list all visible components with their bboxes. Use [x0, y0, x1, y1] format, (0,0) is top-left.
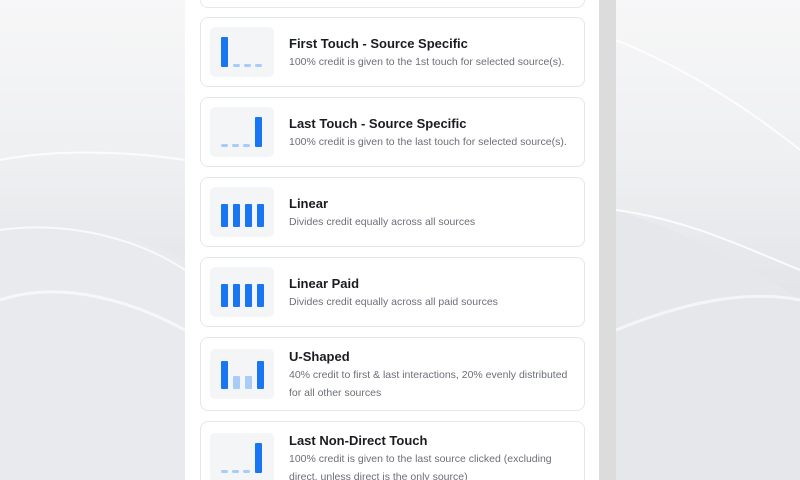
model-description: 40% credit to first & last interactions,… — [289, 369, 568, 399]
attribution-model-card-linear[interactable]: Linear Divides credit equally across all… — [200, 177, 585, 247]
u-shaped-chart-icon — [210, 349, 274, 399]
model-title: Linear — [289, 196, 329, 211]
attribution-model-card-u-shaped[interactable]: U-Shaped 40% credit to first & last inte… — [200, 337, 585, 411]
attribution-model-card-last-touch[interactable]: Last Touch - Source Specific 100% credit… — [200, 97, 585, 167]
model-title: Linear Paid — [289, 276, 360, 291]
attribution-model-card-first-touch[interactable]: First Touch - Source Specific 100% credi… — [200, 17, 585, 87]
linear-paid-chart-icon — [210, 267, 274, 317]
attribution-model-card-partial[interactable] — [200, 0, 585, 8]
model-title: Last Non-Direct Touch — [289, 433, 428, 448]
model-title: Last Touch - Source Specific — [289, 116, 467, 131]
model-title: U-Shaped — [289, 349, 350, 364]
model-description: 100% credit is given to the last source … — [289, 453, 552, 480]
last-non-direct-chart-icon — [210, 433, 274, 480]
model-title: First Touch - Source Specific — [289, 36, 468, 51]
linear-chart-icon — [210, 187, 274, 237]
last-touch-chart-icon — [210, 107, 274, 157]
model-description: 100% credit is given to the last touch f… — [289, 136, 567, 148]
model-description: 100% credit is given to the 1st touch fo… — [289, 56, 565, 68]
model-description: Divides credit equally across all source… — [289, 216, 476, 228]
attribution-model-list: First Touch - Source Specific 100% credi… — [185, 0, 599, 480]
model-description: Divides credit equally across all paid s… — [289, 296, 498, 308]
attribution-model-card-linear-paid[interactable]: Linear Paid Divides credit equally acros… — [200, 257, 585, 327]
attribution-model-card-last-non-direct[interactable]: Last Non-Direct Touch 100% credit is giv… — [200, 421, 585, 480]
first-touch-chart-icon — [210, 27, 274, 77]
panel-scrollbar-track[interactable] — [599, 0, 616, 480]
